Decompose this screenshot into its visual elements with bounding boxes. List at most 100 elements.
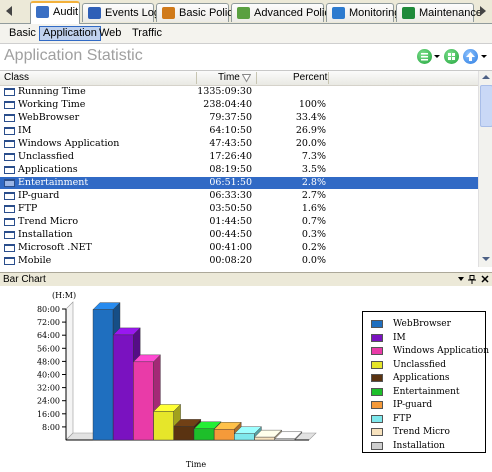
column-divider[interactable] bbox=[328, 72, 329, 84]
cell-time: 00:44:50 bbox=[209, 229, 252, 240]
panel-title: Bar Chart bbox=[3, 274, 46, 285]
legend-swatch bbox=[371, 333, 383, 342]
cell-percent: 2.8% bbox=[301, 177, 326, 188]
cell-time: 06:33:30 bbox=[209, 190, 252, 201]
tab-label: Basic Policy bbox=[179, 7, 239, 19]
y-tick-label: 16:00 bbox=[37, 410, 60, 419]
pin-icon[interactable] bbox=[468, 275, 476, 284]
y-axis-label: (H:M) bbox=[52, 291, 76, 300]
navigate-dropdown-icon[interactable] bbox=[481, 55, 487, 58]
column-header-percent[interactable]: Percent bbox=[293, 72, 327, 84]
table-row[interactable]: Microsoft .NET 00:41:00 0.2% bbox=[0, 242, 478, 254]
legend-label: Unclassfied bbox=[393, 359, 446, 370]
legend-swatch bbox=[371, 374, 383, 382]
tab-advanced-policy[interactable]: Advanced Policy bbox=[231, 3, 335, 22]
table-row[interactable]: Working Time 238:04:40 100% bbox=[0, 99, 478, 111]
tab-audit[interactable]: Audit bbox=[30, 1, 80, 24]
grid-view-button[interactable] bbox=[444, 49, 459, 64]
cell-class: Unclassfied bbox=[18, 151, 74, 162]
subtab-web[interactable]: Web bbox=[96, 26, 124, 41]
y-tick-label: 56:00 bbox=[37, 344, 60, 353]
table-row[interactable]: Installation 00:44:50 0.3% bbox=[0, 229, 478, 241]
cell-class: Running Time bbox=[18, 86, 86, 97]
table-row[interactable]: Applications 08:19:50 3.5% bbox=[0, 164, 478, 176]
cell-class: WebBrowser bbox=[18, 112, 80, 123]
application-icon bbox=[4, 218, 15, 226]
cell-percent: 3.5% bbox=[301, 164, 326, 175]
tab-label: Maintenance bbox=[419, 7, 482, 19]
scroll-down-icon[interactable] bbox=[482, 257, 490, 261]
tab-label: Advanced Policy bbox=[254, 7, 336, 19]
table-row[interactable]: WebBrowser 79:37:50 33.4% bbox=[0, 112, 478, 124]
cell-class: Microsoft .NET bbox=[18, 242, 92, 253]
list-options-dropdown-icon[interactable] bbox=[434, 55, 440, 58]
y-tick-label: 48:00 bbox=[37, 357, 60, 366]
scroll-up-icon[interactable] bbox=[482, 75, 490, 79]
chart-side-wall bbox=[65, 301, 74, 441]
table-row[interactable]: FTP 03:50:50 1.6% bbox=[0, 203, 478, 215]
tab-label: Audit bbox=[53, 6, 79, 18]
legend-label: Applications bbox=[393, 373, 450, 383]
cell-class: Mobile bbox=[18, 255, 52, 266]
application-icon bbox=[4, 205, 15, 213]
table-row[interactable]: IM 64:10:50 26.9% bbox=[0, 125, 478, 137]
table-row[interactable]: Running Time 1335:09:30 bbox=[0, 86, 478, 98]
table-row[interactable]: Unclassfied 17:26:40 7.3% bbox=[0, 151, 478, 163]
list-options-button[interactable] bbox=[417, 49, 432, 64]
column-divider[interactable] bbox=[256, 72, 257, 84]
tab-events-log[interactable]: Events Log bbox=[82, 3, 160, 22]
column-divider[interactable] bbox=[196, 72, 197, 84]
column-header-time[interactable]: Time bbox=[218, 72, 240, 84]
legend-label: Entertainment bbox=[393, 386, 460, 397]
column-header-class[interactable]: Class bbox=[4, 72, 29, 84]
legend-swatch bbox=[371, 441, 383, 450]
panel-menu-icon[interactable] bbox=[458, 277, 464, 281]
advanced-policy-icon bbox=[237, 7, 250, 19]
table-row[interactable]: Mobile 00:08:20 0.0% bbox=[0, 255, 478, 267]
scrollbar-thumb[interactable] bbox=[480, 85, 492, 127]
tab-scroll-right-icon[interactable] bbox=[480, 6, 486, 16]
subtab-application[interactable]: Application bbox=[39, 26, 101, 41]
table-row[interactable]: Trend Micro 01:44:50 0.7% bbox=[0, 216, 478, 228]
tab-basic-policy[interactable]: Basic Policy bbox=[156, 3, 238, 22]
table-header: Class Time Percent bbox=[0, 71, 478, 86]
cell-percent: 0.7% bbox=[301, 216, 326, 227]
application-icon bbox=[4, 88, 15, 96]
events-log-icon bbox=[88, 7, 101, 19]
legend-label: IP-guard bbox=[393, 400, 433, 410]
legend-label: IM bbox=[393, 332, 406, 343]
table-row[interactable]: Windows Application 47:43:50 20.0% bbox=[0, 138, 478, 150]
tab-scroll-left-icon[interactable] bbox=[6, 6, 12, 16]
tab-monitoring[interactable]: Monitoring bbox=[326, 3, 400, 22]
cell-percent: 0.2% bbox=[301, 242, 326, 253]
cell-time: 47:43:50 bbox=[209, 138, 252, 149]
cell-class: Trend Micro bbox=[18, 216, 79, 227]
bar-windows-application bbox=[133, 361, 154, 441]
table-row[interactable]: IP-guard 06:33:30 2.7% bbox=[0, 190, 478, 202]
cell-time: 1335:09:30 bbox=[197, 86, 252, 97]
y-tick-label: 8:00 bbox=[42, 423, 60, 432]
cell-time: 00:08:20 bbox=[209, 255, 252, 266]
close-icon[interactable] bbox=[481, 275, 489, 283]
tab-maintenance[interactable]: Maintenance bbox=[396, 3, 482, 22]
cell-time: 238:04:40 bbox=[203, 99, 252, 110]
y-tick-label: 40:00 bbox=[37, 371, 60, 380]
bar-chart-area: 8:00 16:00 24:00 32:00 40:00 48:00 56:00 64:00 7… bbox=[0, 286, 492, 472]
bar-ftp bbox=[234, 433, 255, 441]
maintenance-icon bbox=[402, 7, 415, 19]
page-title: Application Statistic bbox=[4, 47, 143, 64]
tab-label: Monitoring bbox=[349, 7, 401, 19]
navigate-up-button[interactable] bbox=[463, 49, 478, 64]
subtab-basic[interactable]: Basic bbox=[6, 26, 39, 41]
audit-icon bbox=[36, 6, 49, 18]
cell-percent: 0.3% bbox=[301, 229, 326, 240]
table-row[interactable]: Entertainment 06:51:50 2.8% bbox=[0, 177, 478, 189]
application-icon bbox=[4, 244, 15, 252]
monitoring-icon bbox=[332, 7, 345, 19]
cell-percent: 1.6% bbox=[301, 203, 326, 214]
cell-time: 08:19:50 bbox=[209, 164, 252, 175]
vertical-scrollbar[interactable] bbox=[478, 71, 492, 267]
legend-swatch bbox=[371, 320, 383, 328]
subtab-traffic[interactable]: Traffic bbox=[129, 26, 165, 41]
cell-time: 03:50:50 bbox=[209, 203, 252, 214]
